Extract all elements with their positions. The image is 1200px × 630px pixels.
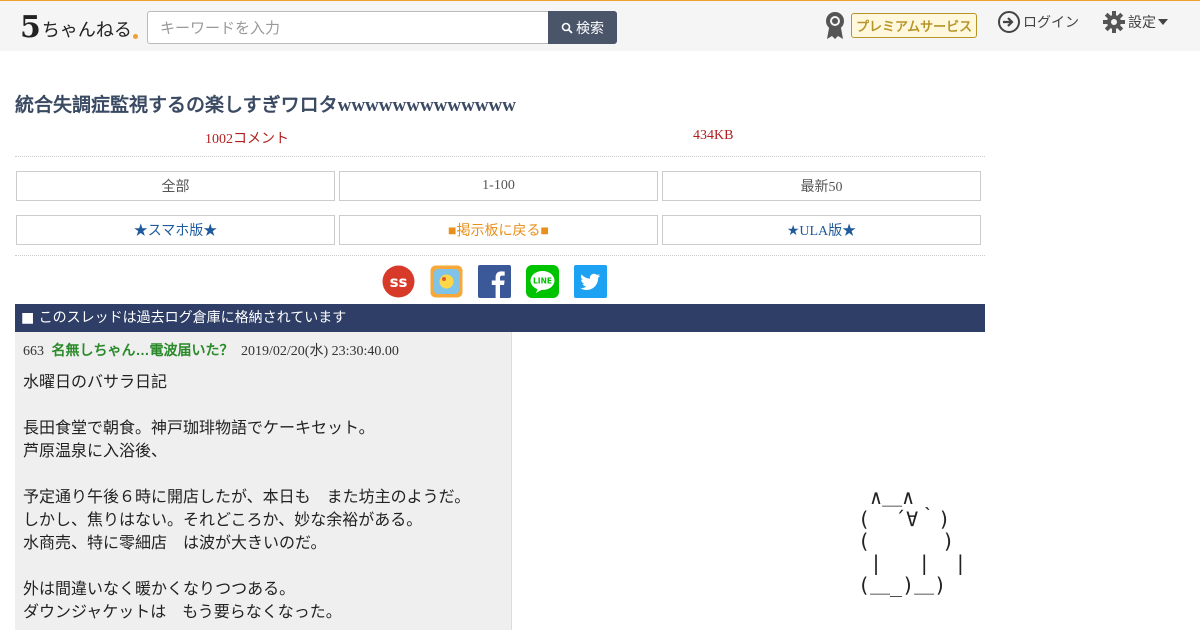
post: 663 名無しちゃん…電波届いた？ 2019/02/20(水) 23:30:40… <box>15 332 512 630</box>
logo-five: 5 <box>20 10 41 45</box>
post-number[interactable]: 663 <box>23 344 44 359</box>
post-line: 予定通り午後６時に開店したが、本日も また坊主のようだ。 <box>23 487 471 506</box>
sss-icon[interactable]: ss <box>382 265 415 298</box>
svg-text:ss: ss <box>390 273 408 291</box>
post-line: しかし、焦りはない。それどころか、妙な余裕がある。 <box>23 510 423 529</box>
poster-name: 名無しちゃん…電波届いた？ <box>51 342 234 358</box>
share-bar: ss LINE <box>382 265 607 298</box>
premium-badge: プレミアムサービス <box>851 12 978 38</box>
nav-all-button[interactable]: 全部 <box>16 171 335 201</box>
nav-1-100-button[interactable]: 1-100 <box>339 171 658 201</box>
post-line: ​ <box>23 554 503 577</box>
award-ribbon-icon <box>826 12 844 39</box>
login-link[interactable]: ログイン <box>997 10 1079 34</box>
logo-text: ちゃんねる <box>41 20 132 41</box>
caret-down-icon <box>1158 19 1168 25</box>
search-button-label: 検索 <box>576 20 604 37</box>
post-line: 外は間違いなく暖かくなりつつある。 <box>23 579 296 598</box>
post-header: 663 名無しちゃん…電波届いた？ 2019/02/20(水) 23:30:40… <box>23 340 503 360</box>
archived-notice: ■ このスレッドは過去ログ倉庫に格納されています <box>15 304 985 332</box>
post-line: 水曜日のバサラ日記 <box>23 372 168 391</box>
twitter-icon[interactable] <box>574 265 607 298</box>
search-icon <box>561 22 573 34</box>
premium-service-link[interactable]: プレミアムサービス <box>823 10 978 40</box>
post-line: 芦原温泉に入浴後、 <box>23 441 168 460</box>
ascii-art-cat: ∧＿∧ ( ´∀｀) ( ) | | | (＿_)＿) <box>858 485 967 597</box>
nav-smartphone-button[interactable]: ★スマホ版★ <box>16 215 335 245</box>
post-line: ​ <box>23 393 503 416</box>
comment-count: 1002コメント <box>205 132 289 147</box>
post-line: ダウンジャケットは もう要らなくなった。 <box>23 602 342 621</box>
bookmark-app-icon[interactable] <box>430 265 463 298</box>
nav-ula-button[interactable]: ★ULA版★ <box>662 215 981 245</box>
top-bar: 5 ちゃんねる 検索 プレミアムサービス ログイン <box>0 0 1200 51</box>
nav-back-to-board-button[interactable]: ■掲示板に戻る■ <box>339 215 658 245</box>
login-icon <box>998 11 1020 33</box>
nav-row-2: ★スマホ版★ ■掲示板に戻る■ ★ULA版★ <box>15 215 985 245</box>
gear-icon <box>1103 11 1125 33</box>
settings-label: 設定 <box>1128 15 1156 31</box>
post-line: 長田食堂で朝食。神戸珈琲物語でケーキセット。 <box>23 418 375 437</box>
post-line: ​ <box>23 462 503 485</box>
search-button[interactable]: 検索 <box>548 11 617 44</box>
settings-menu[interactable]: 設定 <box>1102 10 1168 34</box>
facebook-icon[interactable] <box>478 265 511 298</box>
divider <box>15 255 985 256</box>
line-icon[interactable]: LINE <box>526 265 559 298</box>
nav-row-1: 全部 1-100 最新50 <box>15 171 985 201</box>
svg-text:LINE: LINE <box>533 277 552 286</box>
search-input[interactable] <box>147 11 549 44</box>
logo-dot <box>132 34 138 39</box>
post-line: 水商売、特に零細店 は波が大きいのだ。 <box>23 533 327 552</box>
archived-notice-text: ■ このスレッドは過去ログ倉庫に格納されています <box>21 310 347 326</box>
post-body: 水曜日のバサラ日記 ​ 長田食堂で朝食。神戸珈琲物語でケーキセット。 芦原温泉に… <box>23 370 503 623</box>
login-label: ログイン <box>1023 15 1079 31</box>
thread-meta: 1002コメント 434KB <box>15 126 985 157</box>
post-date: 2019/02/20(水) 23:30:40.00 <box>241 344 399 359</box>
nav-latest50-button[interactable]: 最新50 <box>662 171 981 201</box>
thread-size: 434KB <box>693 128 734 143</box>
site-logo[interactable]: 5 ちゃんねる <box>20 9 138 43</box>
thread-title: 統合失調症監視するの楽しすぎワロタwwwwwwwwwwwww <box>15 95 516 116</box>
